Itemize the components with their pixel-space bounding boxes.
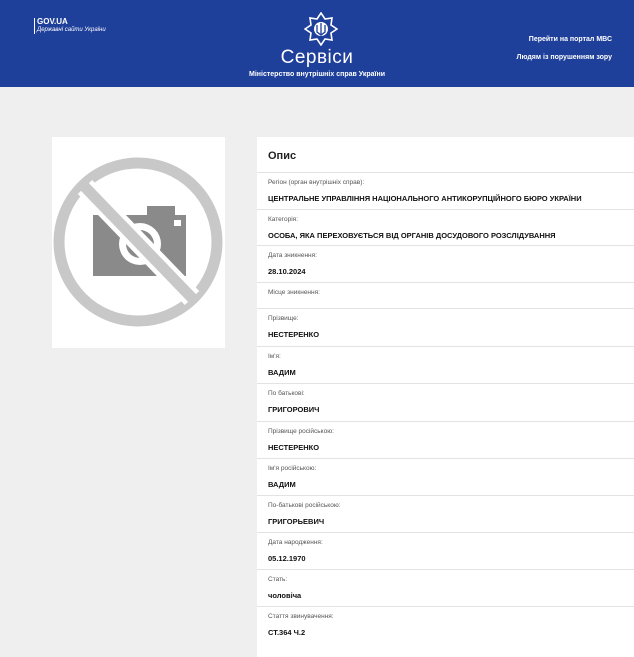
field-value: ГРИГОРОВИЧ <box>268 405 320 414</box>
field-disappearance-place: Місце зникнення: <box>257 283 634 309</box>
field-value: ЦЕНТРАЛЬНЕ УПРАВЛІННЯ НАЦІОНАЛЬНОГО АНТИ… <box>268 194 582 203</box>
description-title: Опис <box>257 137 634 173</box>
field-patronymic: По батькові: ГРИГОРОВИЧ <box>257 384 634 422</box>
portal-link[interactable]: Перейти на портал МВС <box>529 36 612 43</box>
field-label: Стать: <box>268 576 288 583</box>
field-surname-ru: Прізвище російською: НЕСТЕРЕНКО <box>257 422 634 459</box>
site-header: GOV.UA Державні сайти України Сервіси Мі… <box>0 0 634 87</box>
field-value: 28.10.2024 <box>268 267 306 276</box>
field-label: Дата народження: <box>268 539 323 546</box>
person-photo-placeholder <box>52 137 225 348</box>
field-value: ОСОБА, ЯКА ПЕРЕХОВУЄТЬСЯ ВІД ОРГАНІВ ДОС… <box>268 231 556 240</box>
field-label: Стаття звинувачення: <box>268 613 334 620</box>
field-patronymic-ru: По-батькові російською: ГРИГОРЬЕВИЧ <box>257 496 634 533</box>
field-value: чоловіча <box>268 591 302 600</box>
no-photo-icon <box>53 157 223 327</box>
field-first-name-ru: Ім'я російською: ВАДИМ <box>257 459 634 496</box>
field-label: Прізвище: <box>268 315 299 322</box>
field-label: По батькові: <box>268 390 305 397</box>
field-label: Прізвище російською: <box>268 428 334 435</box>
field-value: ГРИГОРЬЕВИЧ <box>268 517 325 526</box>
field-disappearance-date: Дата зникнення: 28.10.2024 <box>257 246 634 283</box>
mvs-emblem-icon[interactable] <box>304 12 338 46</box>
gov-ua-link[interactable]: GOV.UA Державні сайти України <box>37 17 106 35</box>
field-label: Категорія: <box>268 216 299 223</box>
field-charge-article: Стаття звинувачення: СТ.364 Ч.2 <box>257 607 634 644</box>
field-surname: Прізвище: НЕСТЕРЕНКО <box>257 309 634 347</box>
description-card: Опис Регіон (орган внутрішніх справ): ЦЕ… <box>257 137 634 657</box>
site-subtitle: Міністерство внутрішніх справ України <box>249 71 385 78</box>
gov-ua-subtitle: Державні сайти України <box>37 27 106 33</box>
field-region: Регіон (орган внутрішніх справ): ЦЕНТРАЛ… <box>257 173 634 210</box>
field-value: ВАДИМ <box>268 480 296 489</box>
field-label: Регіон (орган внутрішніх справ): <box>268 179 365 186</box>
gov-ua-title: GOV.UA <box>37 17 68 26</box>
field-value: НЕСТЕРЕНКО <box>268 443 320 452</box>
gov-divider <box>34 18 35 34</box>
field-value: СТ.364 Ч.2 <box>268 628 306 637</box>
field-first-name: Ім'я: ВАДИМ <box>257 347 634 384</box>
field-category: Категорія: ОСОБА, ЯКА ПЕРЕХОВУЄТЬСЯ ВІД … <box>257 210 634 246</box>
field-label: Ім'я російською: <box>268 465 317 472</box>
field-birth-date: Дата народження: 05.12.1970 <box>257 533 634 570</box>
accessibility-link[interactable]: Людям із порушенням зору <box>517 54 612 61</box>
field-value: ВАДИМ <box>268 368 296 377</box>
field-label: Дата зникнення: <box>268 252 317 259</box>
field-label: Ім'я: <box>268 353 281 360</box>
field-sex: Стать: чоловіча <box>257 570 634 607</box>
field-value: 05.12.1970 <box>268 554 306 563</box>
field-label: По-батькові російською: <box>268 502 341 509</box>
field-label: Місце зникнення: <box>268 289 320 296</box>
field-value: НЕСТЕРЕНКО <box>268 330 320 339</box>
